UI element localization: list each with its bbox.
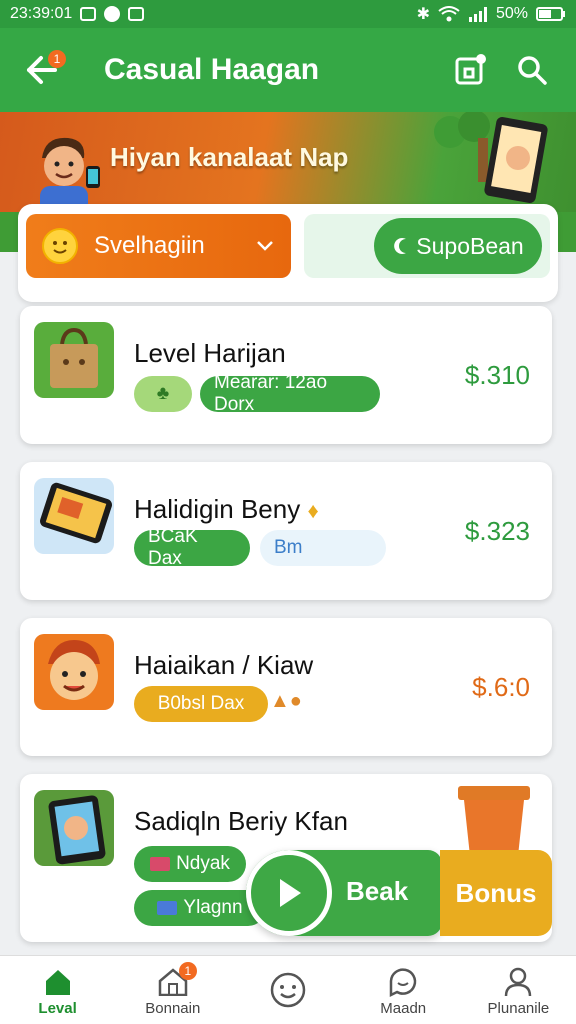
smiley-icon <box>270 972 306 1008</box>
item-name: Halidigin Beny ♦ <box>134 494 319 524</box>
mail-icon <box>80 7 97 21</box>
item-tag: Ndyak <box>134 846 246 882</box>
trash-bin-illustration <box>458 786 530 856</box>
play-button[interactable]: Beak <box>246 850 442 936</box>
home-icon <box>43 964 73 1000</box>
nav-item-level[interactable]: Leval <box>0 956 115 1024</box>
list-item[interactable]: Level Harijan ♣ Mearar: 12ao Dorx $.310 <box>20 306 552 444</box>
bottom-nav: Leval 1 Bonnain Maadn Plunanile <box>0 955 576 1024</box>
nav-label: Bonnain <box>145 999 201 1017</box>
filter-card: Svelhagiin SupoBean <box>18 204 558 302</box>
ticket-icon <box>157 901 178 915</box>
ticket-icon <box>150 857 171 871</box>
moon-icon <box>394 238 407 254</box>
item-tag: B0bsl Dax <box>134 686 268 722</box>
smiley-icon <box>42 228 78 264</box>
house-icon: 1 <box>157 961 197 1000</box>
character-icon <box>48 640 100 700</box>
back-badge: 1 <box>48 50 66 68</box>
status-bar: 23:39:01 ✱ 50% <box>0 0 576 28</box>
sort-dropdown[interactable]: Svelhagiin <box>26 214 291 278</box>
bag-icon <box>50 327 98 388</box>
person-icon <box>503 964 533 1000</box>
fire-icon: ▲● <box>270 690 302 712</box>
app-bar: 1 Casual Haagan <box>0 28 576 112</box>
item-thumbnail <box>34 322 114 398</box>
bag-icon <box>455 54 486 85</box>
bonus-button[interactable]: Bonus <box>440 850 552 936</box>
toggle-label: SupoBean <box>416 232 524 259</box>
nav-item-profile[interactable]: Plunanile <box>461 956 576 1024</box>
battery-icon <box>536 7 565 21</box>
nav-item-center[interactable] <box>230 956 345 1024</box>
list-item[interactable]: Haiaikan / Kiaw B0bsl Dax ▲● $.6:0 <box>20 618 552 756</box>
item-tag: Mearar: 12ao Dorx <box>200 372 380 415</box>
nav-badge: 1 <box>178 961 197 980</box>
banner-title: Hiyan kanalaat Nap <box>110 142 349 172</box>
search-icon <box>518 56 547 85</box>
phone-illustration <box>484 117 548 203</box>
list-item[interactable]: Halidigin Beny ♦ BCaK Dax Bm $.323 <box>20 462 552 600</box>
item-tag: BCaK Dax <box>134 526 250 569</box>
flame-icon: ♦ <box>307 498 319 523</box>
nav-label: Maadn <box>380 999 427 1017</box>
cart-button[interactable] <box>446 46 494 94</box>
bonus-label: Bonus <box>455 877 537 908</box>
chevron-down-icon <box>257 241 273 251</box>
item-name: Sadiqln Beriy Kfan <box>134 806 348 836</box>
nav-label: Plunanile <box>487 999 550 1017</box>
chat-smile-icon <box>387 964 419 1000</box>
notification-icon <box>104 6 121 22</box>
nav-item-bonus[interactable]: 1 Bonnain <box>115 956 230 1024</box>
view-toggle[interactable]: SupoBean <box>304 214 550 278</box>
item-thumbnail <box>34 790 114 866</box>
signal-icon <box>468 7 487 22</box>
bluetooth-icon: ✱ <box>416 6 430 23</box>
item-icon-tag: ♣ <box>134 376 192 412</box>
item-price: $.323 <box>464 516 530 546</box>
nav-item-made[interactable]: Maadn <box>346 956 461 1024</box>
item-price: $.310 <box>464 360 530 390</box>
toggle-option-active[interactable]: SupoBean <box>374 218 542 274</box>
item-price: $.6:0 <box>472 672 530 702</box>
page-title: Casual Haagan <box>104 53 320 86</box>
wifi-icon <box>438 6 460 22</box>
phone-icon <box>40 482 112 544</box>
status-time: 23:39:01 <box>10 5 73 22</box>
clover-icon: ♣ <box>156 383 170 404</box>
phone-illustration <box>48 795 106 865</box>
search-button[interactable] <box>508 46 556 94</box>
image-icon <box>128 7 145 21</box>
item-name: Haiaikan / Kiaw <box>134 650 314 680</box>
item-name: Level Harijan <box>134 338 286 368</box>
battery-percent: 50% <box>495 5 528 22</box>
sort-label: Svelhagiin <box>94 232 205 259</box>
item-tag-secondary: Bm <box>260 530 386 566</box>
play-icon <box>246 850 332 936</box>
item-thumbnail <box>34 634 114 710</box>
back-button[interactable]: 1 <box>20 48 66 92</box>
nav-label: Leval <box>38 999 77 1017</box>
play-label: Beak <box>346 876 409 906</box>
item-thumbnail <box>34 478 114 554</box>
